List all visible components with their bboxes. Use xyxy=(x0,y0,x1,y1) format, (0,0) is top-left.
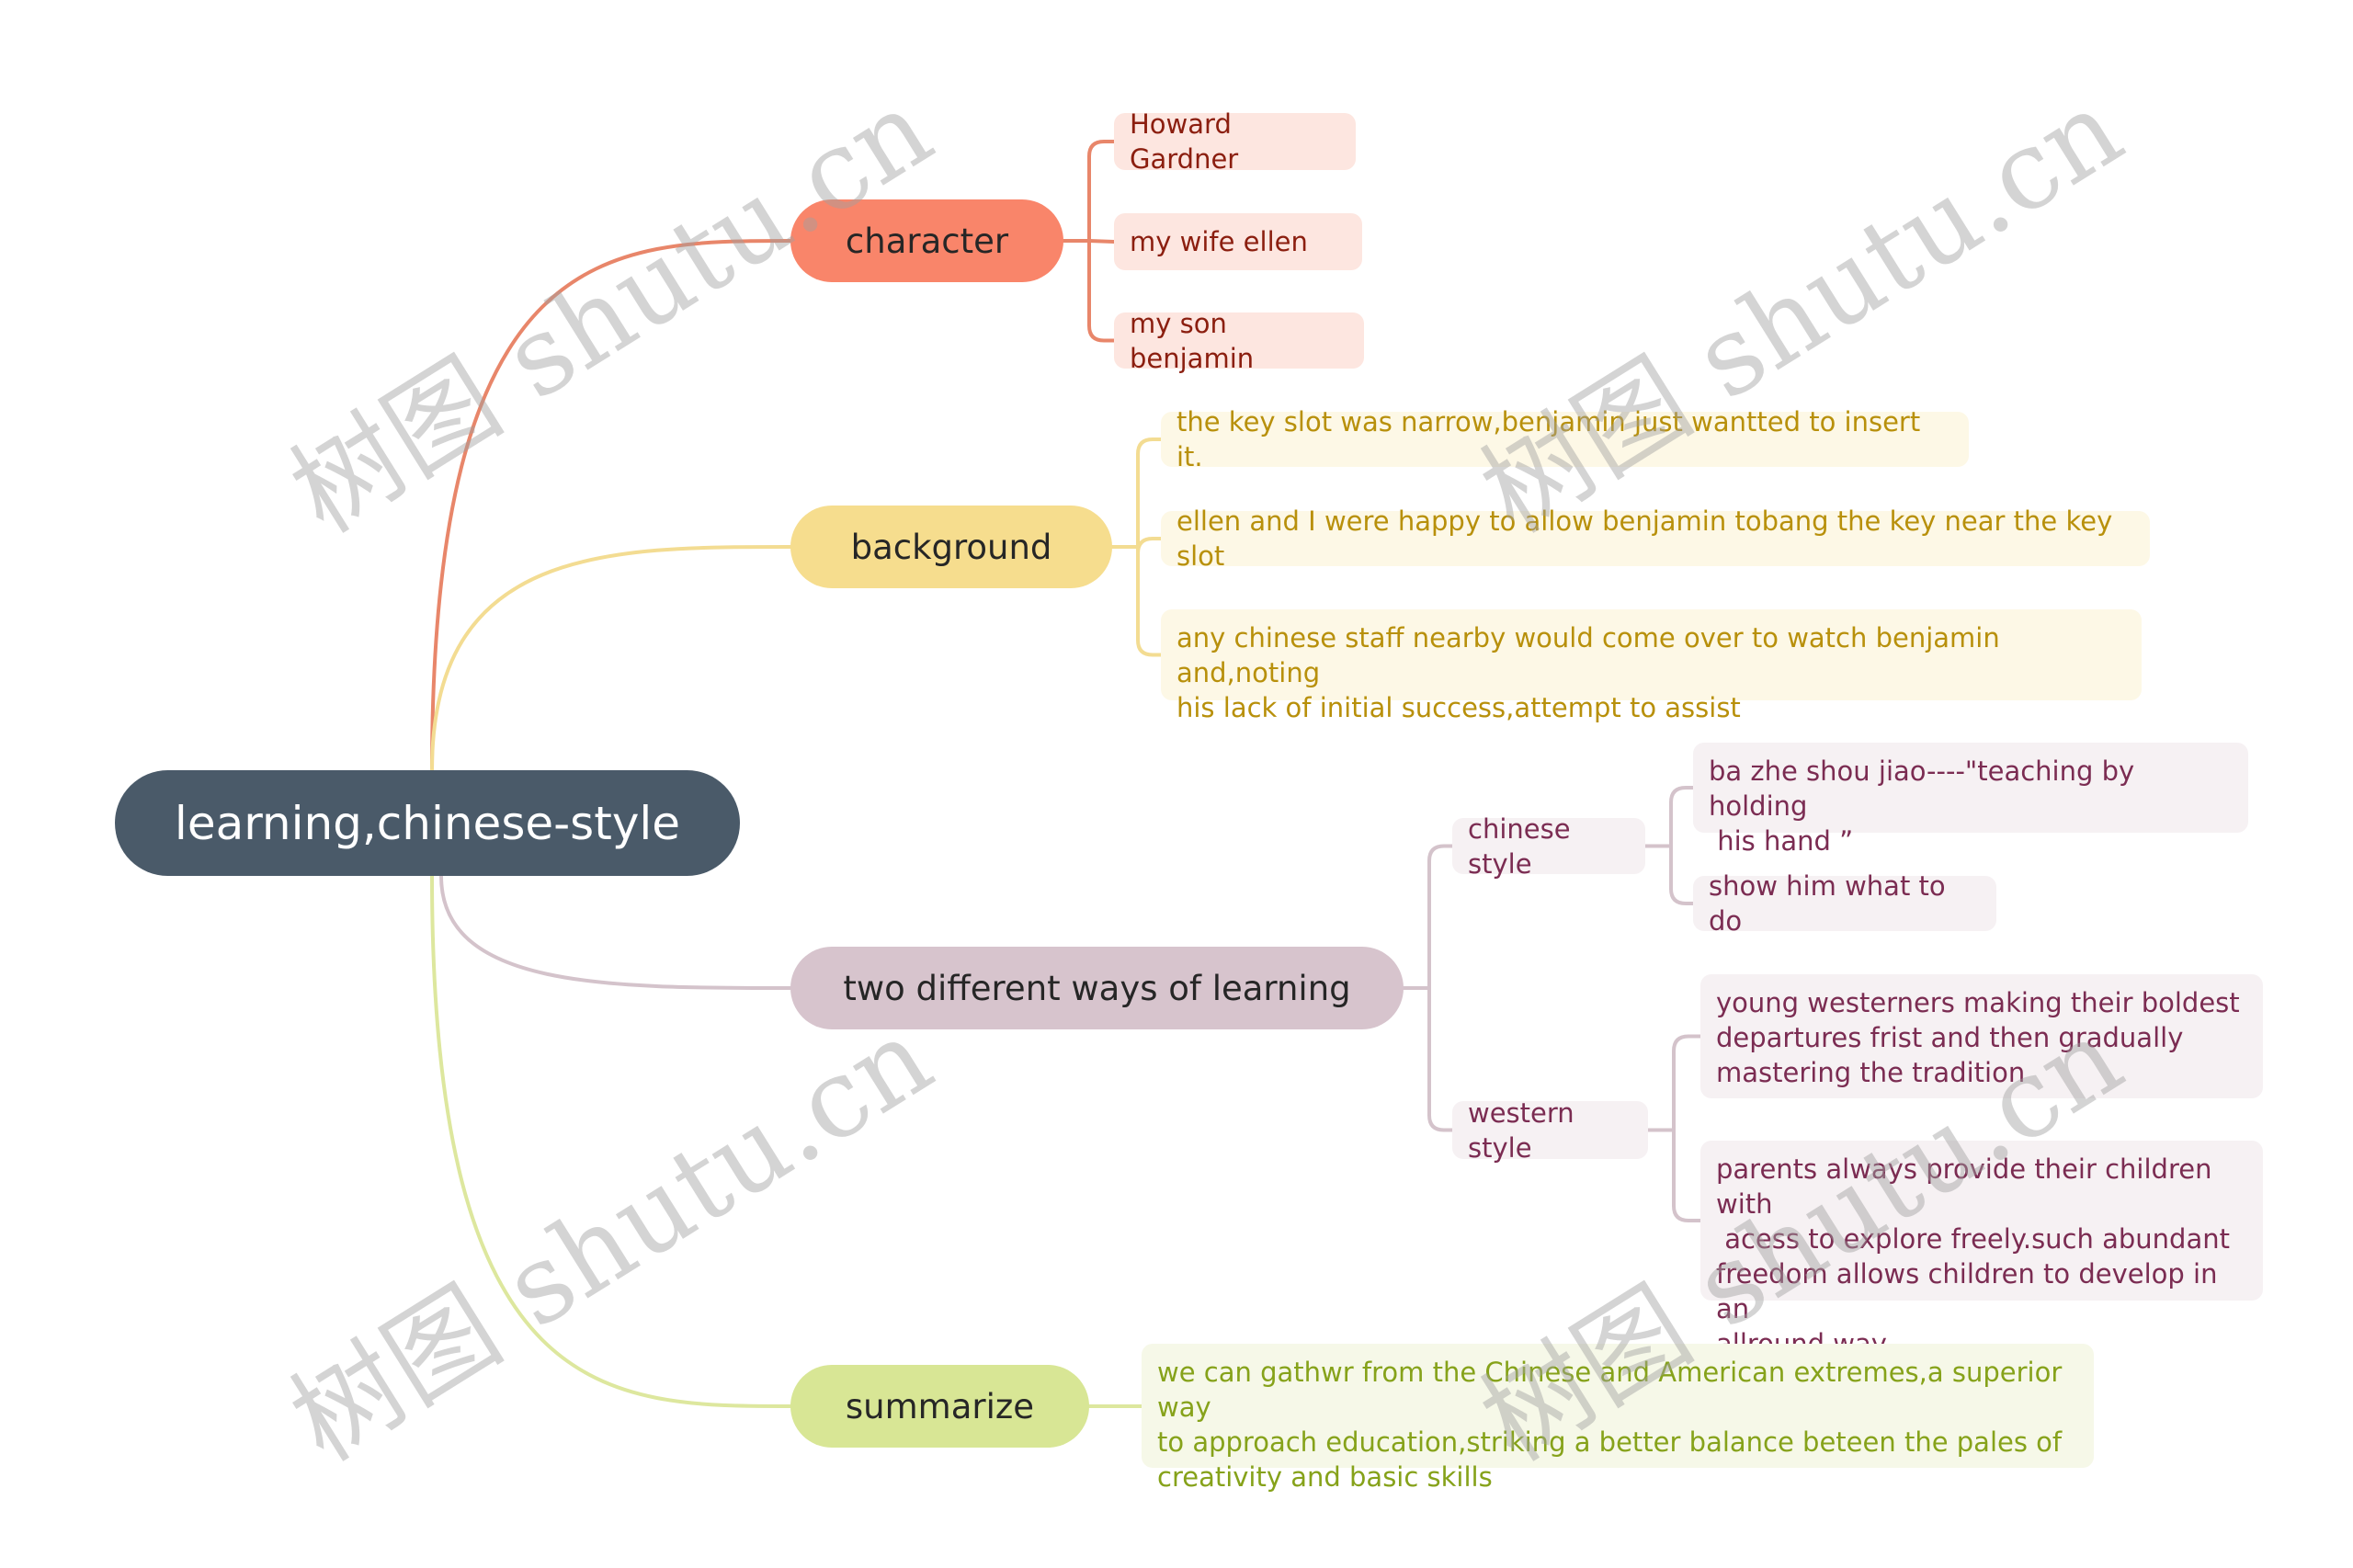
branch-connector xyxy=(430,874,792,1408)
child-connector xyxy=(1672,1034,1702,1132)
subtopic-label: young westerners making their boldest de… xyxy=(1716,987,2240,1088)
topic-character[interactable]: character xyxy=(790,199,1063,282)
subtopic-label: my son benjamin xyxy=(1130,307,1255,374)
subtopic-label: the key slot was narrow,benjamin just wa… xyxy=(1176,406,1929,472)
subtopic-parents-provide-access[interactable]: parents always provide their children wi… xyxy=(1700,1141,2263,1359)
child-connector xyxy=(1087,239,1116,244)
subtopic-chinese-staff-assist[interactable]: any chinese staff nearby would come over… xyxy=(1161,609,2142,723)
subtopic-label: western style xyxy=(1468,1096,1583,1164)
child-connector xyxy=(1427,844,1454,990)
topic-label: background xyxy=(850,527,1052,567)
subtopic-label: any chinese staff nearby would come over… xyxy=(1176,622,2000,723)
subtopic-label: Howard Gardner xyxy=(1130,108,1241,175)
root-topic-label: learning,chinese-style xyxy=(174,796,681,850)
topic-label: character xyxy=(845,221,1009,261)
child-connector xyxy=(1427,986,1454,1132)
subtopic-young-westerners[interactable]: young westerners making their boldest de… xyxy=(1700,974,2263,1098)
child-connector xyxy=(1087,239,1116,343)
subtopic-label: parents always provide their children wi… xyxy=(1716,1153,2230,1359)
subtopic-show-him-what-to-do[interactable]: show him what to do xyxy=(1693,870,1996,937)
subtopic-key-slot-narrow[interactable]: the key slot was narrow,benjamin just wa… xyxy=(1161,406,1969,472)
subtopic-label: my wife ellen xyxy=(1130,226,1308,257)
subtopic-my-wife-ellen[interactable]: my wife ellen xyxy=(1114,213,1362,270)
subtopic-western-style[interactable]: western style xyxy=(1452,1097,1648,1164)
child-connector xyxy=(1136,545,1163,657)
child-connector xyxy=(1669,786,1695,848)
subtopic-ba-zhe-shou-jiao[interactable]: ba zhe shou jiao----"teaching by holding… xyxy=(1693,743,2248,857)
subtopic-label: show him what to do xyxy=(1709,870,1954,937)
branch-connector xyxy=(430,239,792,772)
topic-label: summarize xyxy=(845,1386,1035,1426)
subtopic-label: ellen and I were happy to allow benjamin… xyxy=(1176,506,2121,572)
subtopic-chinese-style[interactable]: chinese style xyxy=(1452,813,1645,880)
subtopic-howard-gardner[interactable]: Howard Gardner xyxy=(1114,108,1356,175)
branch-connector xyxy=(430,545,792,772)
branch-connector xyxy=(439,874,792,990)
subtopic-summary-text[interactable]: we can gathwr from the Chinese and Ameri… xyxy=(1142,1344,2094,1493)
topic-label: two different ways of learning xyxy=(843,968,1351,1008)
topic-summarize[interactable]: summarize xyxy=(790,1365,1089,1448)
topic-background[interactable]: background xyxy=(790,506,1112,588)
root-topic[interactable]: learning,chinese-style xyxy=(115,770,740,876)
child-connector xyxy=(1669,844,1695,905)
topic-two-ways-of-learning[interactable]: two different ways of learning xyxy=(790,947,1404,1029)
subtopic-label: ba zhe shou jiao----"teaching by holding… xyxy=(1709,756,2135,857)
subtopic-my-son-benjamin[interactable]: my son benjamin xyxy=(1114,308,1364,374)
child-connector xyxy=(1672,1128,1702,1222)
subtopic-label: chinese style xyxy=(1468,812,1579,880)
child-connector xyxy=(1136,437,1163,549)
child-connector xyxy=(1087,140,1116,243)
child-connector xyxy=(1136,537,1163,554)
subtopic-label: we can gathwr from the Chinese and Ameri… xyxy=(1157,1357,2063,1493)
subtopic-happy-to-allow[interactable]: ellen and I were happy to allow benjamin… xyxy=(1161,506,2150,572)
